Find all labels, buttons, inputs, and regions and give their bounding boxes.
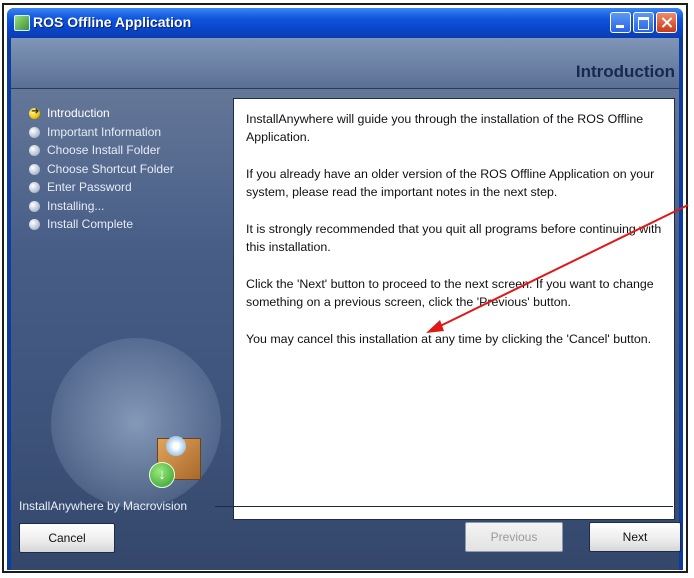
step-label: Important Information <box>47 124 162 139</box>
intro-paragraph: It is strongly recommended that you quit… <box>246 222 662 254</box>
screenshot-frame: ROS Offline Application Introduction ➜ I… <box>2 3 688 573</box>
cd-disc-icon <box>166 436 186 456</box>
next-button[interactable]: Next <box>589 522 681 552</box>
step-label: Choose Shortcut Folder <box>47 161 174 176</box>
minimize-icon[interactable] <box>610 12 631 33</box>
installer-body: Introduction ➜ Introduction Important In… <box>11 38 681 570</box>
header-band: Introduction <box>11 38 679 89</box>
step-bullet-icon <box>29 182 40 193</box>
close-icon[interactable] <box>656 12 677 33</box>
step-bullet-icon <box>29 200 40 212</box>
step-bullet-icon <box>29 219 40 230</box>
step-bullet-icon <box>29 126 40 138</box>
step-label: Enter Password <box>47 180 132 194</box>
page-title: Introduction <box>575 62 675 81</box>
step-item-install-complete: Install Complete <box>29 217 174 236</box>
cancel-button[interactable]: Cancel <box>19 523 115 553</box>
step-item-choose-install-folder: Choose Install Folder <box>29 143 174 162</box>
decorative-glow <box>51 338 221 508</box>
current-step-arrow-icon: ➜ <box>29 106 40 119</box>
step-bullet-icon <box>29 145 40 156</box>
divider <box>215 506 673 507</box>
download-arrow-icon: ↓ <box>149 462 175 488</box>
step-list: ➜ Introduction Important Information Cho… <box>29 106 174 236</box>
title-bar[interactable]: ROS Offline Application <box>7 8 683 38</box>
step-item-enter-password: Enter Password <box>29 180 174 199</box>
step-label: Introduction <box>47 106 110 120</box>
intro-paragraph: Click the 'Next' button to proceed to th… <box>246 277 654 309</box>
intro-paragraph: If you already have an older version of … <box>246 167 655 199</box>
step-label: Installing... <box>47 198 105 213</box>
app-icon <box>14 15 30 31</box>
intro-paragraph: You may cancel this installation at any … <box>246 332 652 346</box>
step-bullet-icon <box>29 163 40 175</box>
intro-paragraph: InstallAnywhere will guide you through t… <box>246 112 644 144</box>
step-item-important-information: Important Information <box>29 125 174 144</box>
window-title: ROS Offline Application <box>33 14 192 30</box>
introduction-text-panel: InstallAnywhere will guide you through t… <box>233 98 675 520</box>
step-label: Choose Install Folder <box>47 143 161 157</box>
step-label: Install Complete <box>47 217 134 231</box>
maximize-icon[interactable] <box>633 12 654 33</box>
installer-window: ROS Offline Application Introduction ➜ I… <box>7 8 683 570</box>
step-item-introduction: ➜ Introduction <box>29 106 174 125</box>
step-item-choose-shortcut-folder: Choose Shortcut Folder <box>29 162 174 181</box>
brand-label: InstallAnywhere by Macrovision <box>19 499 188 513</box>
vendor-branding: InstallAnywhere by Macrovision <box>11 495 679 515</box>
previous-button[interactable]: Previous <box>465 522 563 552</box>
step-item-installing: Installing... <box>29 199 174 218</box>
